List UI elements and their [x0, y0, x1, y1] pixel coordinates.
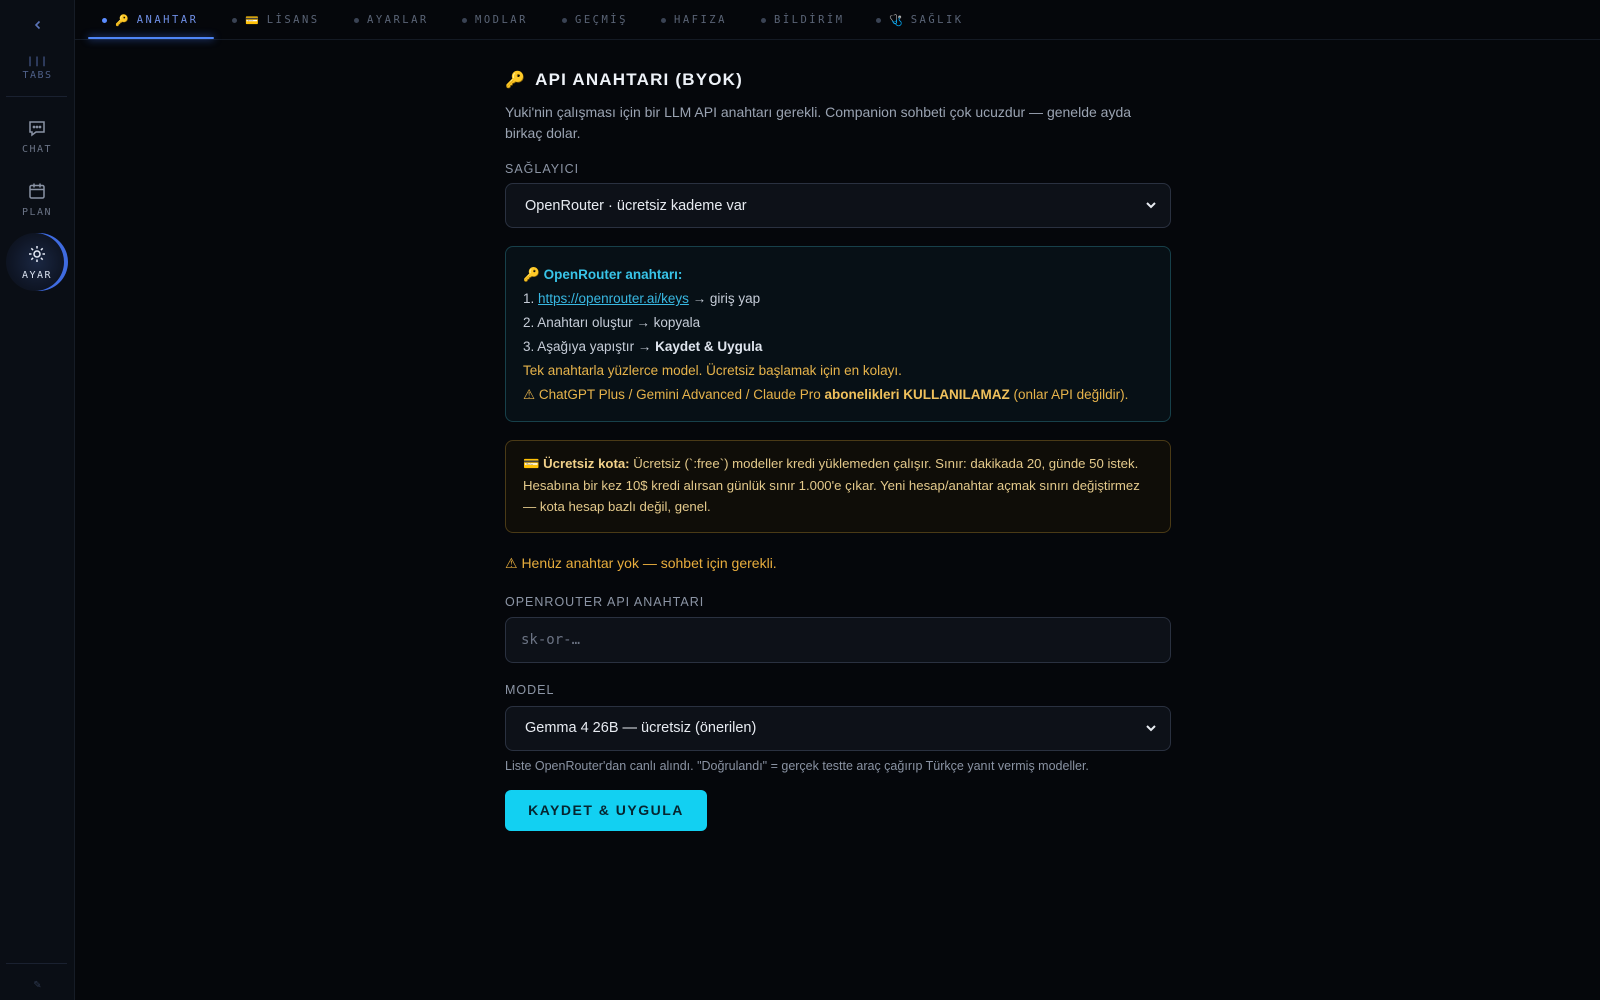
section-title-text: API ANAHTARI (BYOK) — [535, 70, 744, 89]
tab-hafiza[interactable]: HAFIZA — [661, 0, 727, 40]
info-step-3: 3. Aşağıya yapıştır → Kaydet & Uygula — [523, 335, 1153, 359]
model-select[interactable]: Gemma 4 26B — ücretsiz (önerilen) — [505, 705, 1171, 751]
step-text: → giriş yap — [692, 291, 761, 306]
quota-heading: Ücretsiz kota: — [543, 456, 630, 471]
section-title: 🔑 API ANAHTARI (BYOK) — [505, 66, 1171, 94]
rail-item-chat[interactable]: CHAT — [6, 107, 68, 165]
api-key-section: 🔑 API ANAHTARI (BYOK) Yuki'nin çalışması… — [505, 66, 1171, 831]
card-icon: 💳 — [245, 13, 259, 27]
model-label: MODEL — [505, 682, 555, 697]
rail-item-plan[interactable]: PLAN — [6, 170, 68, 228]
section-intro: Yuki'nin çalışması için bir LLM API anah… — [505, 104, 1132, 141]
key-icon: 🔑 — [115, 13, 129, 27]
tab-label: AYARLAR — [367, 14, 429, 26]
provider-info-box: 🔑 OpenRouter anahtarı: 1. https://openro… — [505, 246, 1171, 422]
save-apply-button[interactable]: KAYDET & UYGULA — [505, 789, 707, 831]
step-text: 3. Aşağıya yapıştır → — [523, 339, 652, 354]
tab-label: MODLAR — [475, 14, 528, 26]
tab-dot — [661, 17, 666, 23]
left-rail: ||| TABS CHAT PLAN AYAR ✎ — [0, 0, 75, 1000]
tab-label: HAFIZA — [674, 14, 727, 26]
rail-tabs-toggle[interactable]: ||| TABS — [0, 56, 75, 81]
tab-dot — [761, 17, 766, 23]
free-quota-box: 💳 Ücretsiz kota: Ücretsiz (`:free`) mode… — [505, 440, 1171, 533]
info-note: Tek anahtarla yüzlerce model. Ücretsiz b… — [523, 363, 902, 378]
rail-item-ayar[interactable]: AYAR — [6, 233, 68, 291]
rail-divider — [6, 96, 67, 97]
tab-gecmis[interactable]: GEÇMİŞ — [562, 0, 628, 40]
info-step-2: 2. Anahtarı oluştur → kopyala — [523, 315, 701, 330]
no-key-warning: ⚠ Henüz anahtar yok — sohbet için gerekl… — [505, 554, 777, 571]
tab-modlar[interactable]: MODLAR — [462, 0, 528, 40]
chevron-down-icon — [1146, 724, 1156, 731]
chevron-down-icon — [1146, 202, 1156, 209]
tab-saglik[interactable]: 🩺 SAĞLIK — [876, 0, 964, 40]
tab-label: LİSANS — [266, 14, 320, 26]
tab-bildirim[interactable]: BİLDİRİM — [761, 0, 845, 40]
key-icon: 🔑 — [523, 267, 540, 282]
tab-dot — [354, 17, 359, 23]
card-icon: 💳 — [523, 456, 540, 471]
edit-icon[interactable]: ✎ — [0, 980, 75, 991]
chat-icon — [29, 120, 45, 136]
collapse-button[interactable] — [0, 14, 75, 36]
tab-ayarlar[interactable]: AYARLAR — [354, 0, 429, 40]
warning-text: ⚠ ChatGPT Plus / Gemini Advanced / Claud… — [523, 387, 821, 402]
step-number: 1. — [523, 291, 535, 306]
tab-anahtar[interactable]: 🔑 ANAHTAR — [87, 0, 216, 40]
rail-tabs-label: TABS — [22, 70, 53, 81]
tab-label: GEÇMİŞ — [575, 14, 628, 26]
tabs-bars-icon: ||| — [26, 56, 49, 67]
provider-selected-value: OpenRouter · ücretsiz kademe var — [525, 197, 747, 214]
settings-tab-bar: 🔑 ANAHTAR 💳 LİSANS AYARLAR MODLAR GEÇMİŞ… — [75, 0, 1600, 40]
rail-item-label: CHAT — [21, 143, 53, 155]
provider-label: SAĞLAYICI — [505, 162, 580, 176]
rail-item-label: AYAR — [21, 269, 53, 281]
gear-icon — [29, 245, 45, 262]
tab-dot — [462, 17, 467, 23]
info-heading-text: OpenRouter anahtarı: — [543, 267, 683, 282]
tab-dot — [562, 17, 567, 23]
warning-emphasis: abonelikleri KULLANILAMAZ — [824, 387, 1010, 402]
info-heading: 🔑 OpenRouter anahtarı: — [523, 263, 1153, 287]
tab-label: SAĞLIK — [910, 14, 964, 26]
key-icon: 🔑 — [505, 72, 527, 89]
rail-item-label: PLAN — [21, 206, 53, 218]
calendar-icon — [29, 183, 45, 199]
tab-dot — [102, 17, 107, 23]
rail-divider — [6, 963, 67, 964]
stethoscope-icon: 🩺 — [889, 13, 903, 27]
info-warning: ⚠ ChatGPT Plus / Gemini Advanced / Claud… — [523, 383, 1153, 407]
info-step-1: 1. https://openrouter.ai/keys → giriş ya… — [523, 287, 1153, 311]
model-selected-value: Gemma 4 26B — ücretsiz (önerilen) — [525, 720, 757, 736]
chevron-left-icon — [34, 20, 40, 30]
warning-text: (onlar API değildir). — [1013, 387, 1129, 402]
tab-lisans[interactable]: 💳 LİSANS — [232, 0, 320, 40]
api-key-label: OPENROUTER API ANAHTARI — [505, 594, 705, 609]
tab-label: BİLDİRİM — [774, 14, 845, 26]
api-key-input[interactable] — [505, 616, 1171, 663]
tab-dot — [876, 17, 881, 23]
model-hint: Liste OpenRouter'dan canlı alındı. "Doğr… — [505, 758, 1089, 773]
step-emphasis: Kaydet & Uygula — [655, 339, 763, 354]
tab-dot — [232, 17, 237, 23]
tab-label: ANAHTAR — [136, 14, 199, 26]
openrouter-keys-link[interactable]: https://openrouter.ai/keys — [538, 291, 689, 306]
provider-select[interactable]: OpenRouter · ücretsiz kademe var — [505, 183, 1171, 228]
